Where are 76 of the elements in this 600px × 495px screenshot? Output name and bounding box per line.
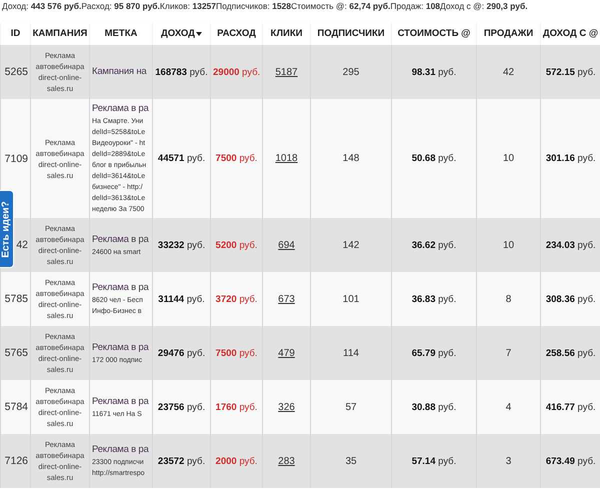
expense-text: 5200 руб. bbox=[216, 240, 258, 250]
income-text: 31144 руб. bbox=[158, 294, 205, 304]
clicks-link[interactable]: 326 bbox=[278, 402, 295, 412]
cost-text: 36.62 руб. bbox=[412, 240, 456, 250]
column-header[interactable]: ПОДПИСЧИКИ bbox=[310, 22, 392, 45]
income-per-subscriber-text: 308.36 руб. bbox=[546, 294, 596, 304]
cost-text: 57.14 руб. bbox=[412, 456, 456, 466]
sales-text: 3 bbox=[506, 456, 512, 466]
id-text: 7109 bbox=[4, 152, 28, 164]
tag-title: Реклама в ра bbox=[92, 232, 150, 246]
cost-text: 36.83 руб. bbox=[412, 294, 456, 304]
expense-text: 1760 руб. bbox=[216, 402, 258, 412]
sales-text: 10 bbox=[502, 240, 514, 250]
income-per-subscriber-text: 572.15 руб. bbox=[546, 66, 596, 78]
id-text: 5784 bbox=[4, 401, 28, 413]
id-text: 5265 bbox=[4, 66, 28, 78]
column-header[interactable]: ПРОДАЖИ bbox=[476, 22, 540, 45]
id-text: 5785 bbox=[4, 293, 28, 305]
expense-text: 2000 руб. bbox=[216, 456, 258, 466]
column-header[interactable]: КЛИКИ bbox=[262, 22, 310, 45]
income-per-subscriber-text: 301.16 руб. bbox=[546, 153, 596, 164]
tag-title: Реклама в ра bbox=[92, 102, 150, 116]
id-text: 42 bbox=[16, 239, 28, 251]
tag-title: Реклама в ра bbox=[92, 443, 150, 457]
cost-text: 30.88 руб. bbox=[412, 402, 456, 412]
subscribers-text: 57 bbox=[345, 402, 357, 412]
subscribers-text: 295 bbox=[342, 66, 360, 78]
clicks-link[interactable]: 283 bbox=[278, 456, 295, 466]
sales-text: 8 bbox=[506, 294, 512, 304]
id-text: 7126 bbox=[4, 455, 28, 467]
clicks-link[interactable]: 694 bbox=[278, 240, 295, 250]
tag-title: Реклама в ра bbox=[92, 281, 150, 295]
expense-text: 7500 руб. bbox=[216, 153, 258, 164]
subscribers-text: 148 bbox=[342, 153, 360, 164]
sales-text: 42 bbox=[502, 66, 514, 78]
clicks-link[interactable]: 5187 bbox=[275, 66, 298, 78]
sort-caret-icon bbox=[196, 32, 202, 36]
subscribers-text: 101 bbox=[342, 294, 360, 304]
income-per-subscriber-text: 258.56 руб. bbox=[546, 348, 596, 358]
cost-text: 50.68 руб. bbox=[412, 153, 456, 164]
income-text: 44571 руб. bbox=[158, 153, 206, 164]
column-header[interactable]: ID bbox=[0, 22, 30, 45]
cost-text: 98.31 руб. bbox=[412, 66, 456, 78]
cost-text: 65.79 руб. bbox=[412, 348, 456, 358]
income-per-subscriber-text: 234.03 руб. bbox=[546, 240, 596, 250]
feedback-tab[interactable]: Есть идеи? bbox=[0, 190, 14, 268]
income-text: 168783 руб. bbox=[155, 66, 208, 78]
income-text: 33232 руб. bbox=[158, 240, 206, 250]
column-header[interactable]: КАМПАНИЯ bbox=[30, 22, 90, 45]
tag-title: Реклама в ра bbox=[92, 340, 150, 354]
subscribers-text: 114 bbox=[343, 348, 359, 358]
income-text: 23572 руб. bbox=[158, 456, 206, 466]
clicks-link[interactable]: 673 bbox=[278, 294, 295, 304]
clicks-link[interactable]: 1018 bbox=[275, 153, 298, 164]
tag-title: Кампания на bbox=[92, 65, 148, 79]
sales-text: 10 bbox=[502, 153, 514, 164]
id-text: 5765 bbox=[4, 347, 28, 359]
income-per-subscriber-text: 416.77 руб. bbox=[546, 402, 596, 412]
expense-text: 3720 руб. bbox=[216, 294, 258, 304]
column-header[interactable]: СТОИМОСТЬ @ bbox=[392, 22, 476, 45]
expense-text: 29000 руб. bbox=[213, 66, 260, 78]
income-text: 29476 руб. bbox=[158, 348, 206, 358]
sales-text: 7 bbox=[506, 348, 512, 358]
column-header[interactable]: РАСХОД bbox=[210, 22, 262, 45]
tag-title: Реклама в ра bbox=[92, 394, 150, 408]
income-per-subscriber-text: 673.49 руб. bbox=[546, 456, 596, 466]
subscribers-text: 142 bbox=[342, 240, 360, 250]
summary-text: Доход: 443 576 руб.Расход: 95 870 руб.Кликов: 13257Подписчиков: 1528Стоимость @: 62,74 руб.Продаж: 108Доход с @: 290,3 руб. bbox=[1, 0, 529, 13]
column-header[interactable]: ДОХОД С @ bbox=[540, 22, 600, 45]
column-header[interactable]: МЕТКА bbox=[90, 22, 152, 45]
clicks-link[interactable]: 479 bbox=[278, 348, 295, 358]
income-text: 23756 руб. bbox=[158, 402, 206, 412]
sales-text: 4 bbox=[506, 402, 512, 412]
subscribers-text: 35 bbox=[345, 456, 357, 466]
column-header[interactable]: ДОХОД bbox=[152, 22, 210, 45]
expense-text: 7500 руб. bbox=[216, 348, 258, 358]
